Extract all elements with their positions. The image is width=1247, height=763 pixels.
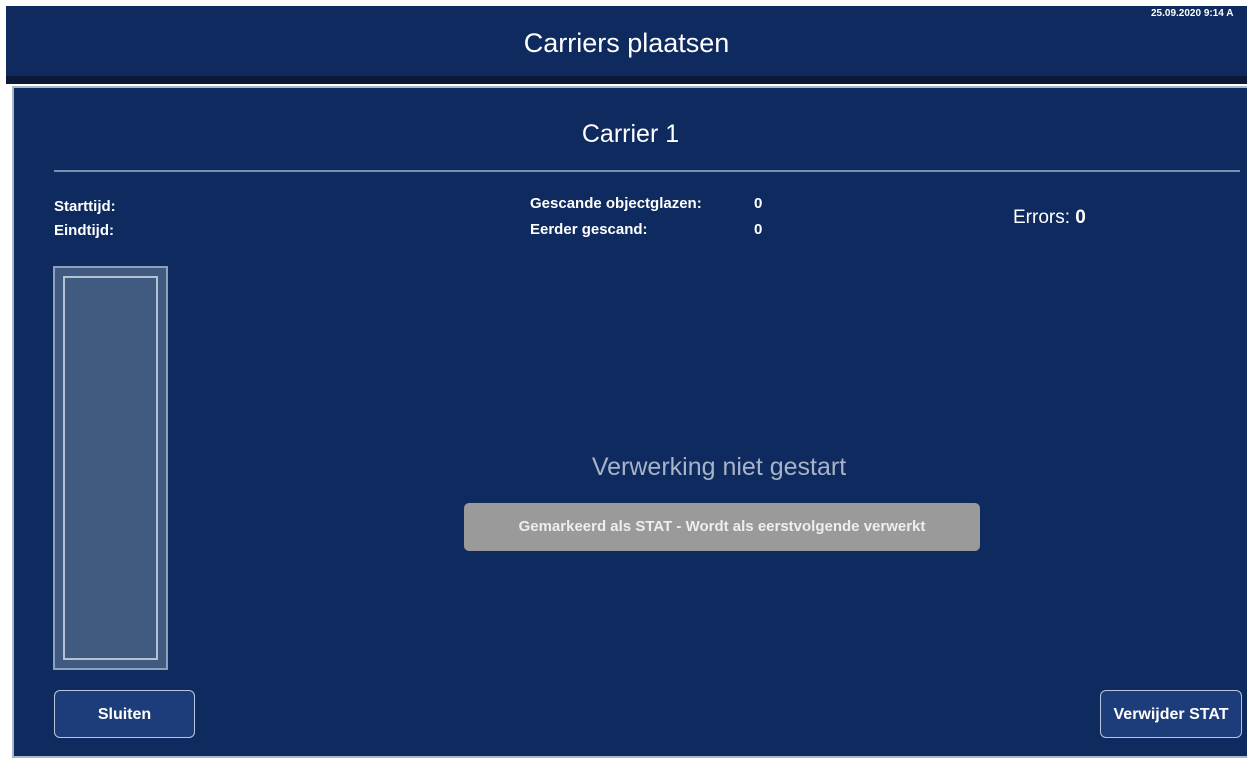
carrier-panel: Carrier 1 Starttijd: Eindtijd: Gescande … (12, 86, 1247, 758)
close-button[interactable]: Sluiten (54, 690, 195, 738)
carrier-title: Carrier 1 (581, 120, 680, 148)
title-divider (54, 170, 1240, 172)
header-bar: Carriers plaatsen 25.09.2020 9:14 A (6, 6, 1247, 76)
page-title: Carriers plaatsen (523, 28, 730, 58)
carrier-slot (53, 266, 168, 670)
status-text: Verwerking niet gestart (591, 453, 847, 481)
errors-value: 0 (1075, 207, 1086, 228)
errors-label: Errors: (1013, 207, 1070, 228)
gescande-label: Gescande objectglazen: (530, 195, 702, 212)
carrier-slot-inner (63, 276, 158, 660)
header-divider (6, 76, 1247, 84)
datetime-display: 25.09.2020 9:14 A (1151, 8, 1234, 19)
errors-counter: Errors: 0 (1013, 207, 1086, 229)
eerder-gescand-label: Eerder gescand: (530, 221, 648, 238)
starttijd-label: Starttijd: (54, 198, 116, 215)
eindtijd-label: Eindtijd: (54, 222, 114, 239)
eerder-gescand-value: 0 (754, 221, 763, 238)
stat-banner: Gemarkeerd als STAT - Wordt als eerstvol… (464, 503, 980, 551)
gescande-value: 0 (754, 195, 763, 212)
remove-stat-button[interactable]: Verwijder STAT (1100, 690, 1242, 738)
